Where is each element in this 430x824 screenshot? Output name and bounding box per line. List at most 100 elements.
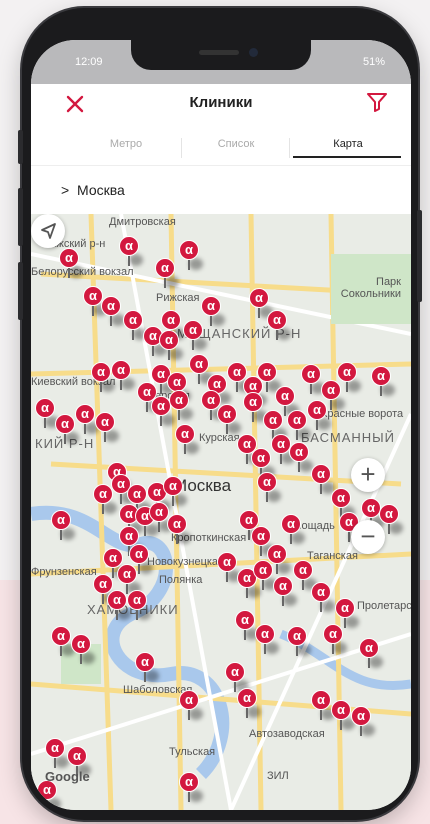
clinic-pin[interactable]: α [311, 582, 335, 612]
clinic-pin[interactable]: α [167, 514, 191, 544]
clinic-pin[interactable]: α [311, 690, 335, 720]
phone-volume-up-button [18, 188, 23, 246]
pin-stem [160, 415, 162, 426]
pin-stem [248, 529, 250, 540]
clinic-pin[interactable]: α [83, 286, 107, 316]
alfa-logo-icon: α [107, 590, 127, 610]
clinic-pin[interactable]: α [253, 560, 277, 590]
clinic-pin[interactable]: α [55, 414, 79, 444]
clinic-pin[interactable]: α [351, 706, 375, 736]
clinic-pin[interactable]: α [111, 360, 135, 390]
phone-power-button [417, 210, 422, 302]
page-title: Клиники [189, 94, 253, 111]
clinic-pin[interactable]: α [293, 560, 317, 590]
clinic-pin[interactable]: α [217, 404, 241, 434]
clinic-pin[interactable]: α [289, 442, 313, 472]
clinic-pin[interactable]: α [93, 484, 117, 514]
clinic-pin[interactable]: α [189, 354, 213, 384]
pin-shadow [267, 490, 281, 502]
clinic-pin[interactable]: α [45, 738, 69, 768]
clinic-pin[interactable]: α [201, 296, 225, 326]
clinic-pin[interactable]: α [151, 396, 175, 426]
tab-list[interactable]: Список [181, 138, 291, 150]
clinic-pin[interactable]: α [249, 288, 273, 318]
city-selector[interactable]: > Москва [31, 166, 411, 214]
clinic-pin[interactable]: α [183, 320, 207, 350]
clinic-pin[interactable]: α [179, 240, 203, 270]
pin-shadow [169, 348, 183, 360]
alfa-logo-icon: α [275, 386, 295, 406]
clinic-pin[interactable]: α [255, 624, 279, 654]
alfa-logo-icon: α [75, 404, 95, 424]
clinic-pin[interactable]: α [51, 510, 75, 540]
alfa-logo-icon: α [235, 610, 255, 630]
pin-stem [84, 423, 86, 434]
tab-map[interactable]: Карта [293, 138, 403, 150]
clinic-pin[interactable]: α [91, 362, 115, 392]
clinic-pin[interactable]: α [217, 552, 241, 582]
clinic-pin[interactable]: α [59, 248, 83, 278]
pin-stem [158, 521, 160, 532]
clinic-pin[interactable]: α [287, 626, 311, 656]
alfa-logo-icon: α [243, 392, 263, 412]
clinic-pin[interactable]: α [273, 576, 297, 606]
district-label: БАСМАННЫЙ [301, 430, 396, 445]
clinic-pin[interactable]: α [271, 434, 295, 464]
clinic-pin[interactable]: α [281, 514, 305, 544]
clinic-pin[interactable]: α [243, 392, 267, 422]
clinic-map[interactable]: Дмитровская Рижский р-н Рижская Парк Сок… [31, 214, 411, 810]
clinic-pin[interactable]: α [359, 638, 383, 668]
pin-stem [316, 419, 318, 430]
clinic-pin[interactable]: α [51, 626, 75, 656]
clinic-pin[interactable]: α [75, 404, 99, 434]
map-label: Дмитровская [109, 216, 176, 228]
clinic-pin[interactable]: α [155, 258, 179, 288]
clinic-pin[interactable]: α [337, 362, 361, 392]
clinic-pin[interactable]: α [371, 366, 395, 396]
clinic-pin[interactable]: α [301, 364, 325, 394]
clinic-pin[interactable]: α [311, 464, 335, 494]
pin-shadow [185, 442, 199, 454]
clinic-pin[interactable]: α [267, 310, 291, 340]
status-battery: 51% [362, 56, 385, 68]
clinic-pin[interactable]: α [71, 634, 95, 664]
alfa-logo-icon: α [253, 560, 273, 580]
clinic-pin[interactable]: α [307, 400, 331, 430]
clinic-pin[interactable]: α [169, 390, 193, 420]
clinic-pin[interactable]: α [101, 296, 125, 326]
clinic-pin[interactable]: α [175, 424, 199, 454]
tab-metro[interactable]: Метро [71, 138, 181, 150]
map-label: Парк Сокольники [340, 276, 401, 300]
clinic-pin[interactable]: α [257, 472, 281, 502]
clinic-pin[interactable]: α [135, 652, 159, 682]
pin-stem [380, 385, 382, 396]
pin-stem [262, 579, 264, 590]
clinic-pin[interactable]: α [257, 362, 281, 392]
alfa-logo-icon: α [95, 412, 115, 432]
clinic-pin[interactable]: α [149, 502, 173, 532]
clinic-pin[interactable]: α [119, 236, 143, 266]
clinic-pin[interactable]: α [95, 412, 119, 442]
clinic-pin[interactable]: α [107, 590, 131, 620]
clinic-pin[interactable]: α [159, 330, 183, 360]
clinic-pin[interactable]: α [323, 624, 347, 654]
clinic-pin[interactable]: α [127, 590, 151, 620]
pin-stem [330, 399, 332, 410]
pin-shadow [331, 398, 345, 410]
clinic-pin[interactable]: α [331, 700, 355, 730]
clinic-pin[interactable]: α [179, 772, 203, 802]
zoom-in-button[interactable]: + [351, 458, 385, 492]
clinic-pin[interactable]: α [123, 310, 147, 340]
clinic-pin[interactable]: α [179, 690, 203, 720]
pin-shadow [381, 384, 395, 396]
alfa-logo-icon: α [361, 498, 381, 518]
clinic-pin[interactable]: α [237, 688, 261, 718]
alfa-logo-icon: α [83, 286, 103, 306]
pin-shadow [265, 642, 279, 654]
filter-icon[interactable] [365, 90, 389, 114]
clinic-pin[interactable]: α [235, 610, 259, 640]
zoom-out-button[interactable]: − [351, 520, 385, 554]
clinic-pin[interactable]: α [35, 398, 59, 428]
clinic-pin[interactable]: α [37, 780, 61, 810]
navigation-arrow-icon[interactable] [31, 214, 65, 248]
